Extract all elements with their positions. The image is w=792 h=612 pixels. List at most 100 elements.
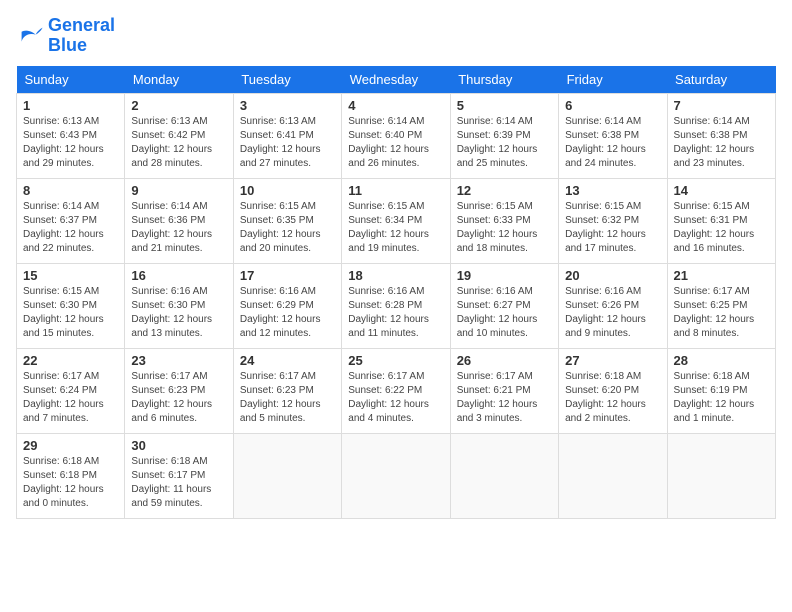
day-number: 10	[240, 183, 335, 198]
day-number: 29	[23, 438, 118, 453]
logo-line1: General	[48, 16, 115, 36]
calendar-weekday-wednesday: Wednesday	[342, 66, 450, 94]
day-info: Sunrise: 6:14 AM Sunset: 6:37 PM Dayligh…	[23, 200, 118, 256]
calendar-cell: 13 Sunrise: 6:15 AM Sunset: 6:32 PM Dayl…	[559, 178, 667, 263]
day-info: Sunrise: 6:15 AM Sunset: 6:30 PM Dayligh…	[23, 285, 118, 341]
day-number: 30	[131, 438, 226, 453]
day-number: 17	[240, 268, 335, 283]
calendar-header-row: SundayMondayTuesdayWednesdayThursdayFrid…	[17, 66, 776, 94]
day-number: 6	[565, 98, 660, 113]
calendar-cell: 26 Sunrise: 6:17 AM Sunset: 6:21 PM Dayl…	[450, 348, 558, 433]
calendar-cell: 21 Sunrise: 6:17 AM Sunset: 6:25 PM Dayl…	[667, 263, 775, 348]
day-number: 25	[348, 353, 443, 368]
day-number: 5	[457, 98, 552, 113]
calendar-cell: 14 Sunrise: 6:15 AM Sunset: 6:31 PM Dayl…	[667, 178, 775, 263]
calendar-weekday-tuesday: Tuesday	[233, 66, 341, 94]
calendar-week-row: 15 Sunrise: 6:15 AM Sunset: 6:30 PM Dayl…	[17, 263, 776, 348]
calendar-cell: 11 Sunrise: 6:15 AM Sunset: 6:34 PM Dayl…	[342, 178, 450, 263]
day-info: Sunrise: 6:15 AM Sunset: 6:32 PM Dayligh…	[565, 200, 660, 256]
calendar-cell: 24 Sunrise: 6:17 AM Sunset: 6:23 PM Dayl…	[233, 348, 341, 433]
day-info: Sunrise: 6:14 AM Sunset: 6:40 PM Dayligh…	[348, 115, 443, 171]
calendar-cell	[450, 433, 558, 518]
day-info: Sunrise: 6:15 AM Sunset: 6:33 PM Dayligh…	[457, 200, 552, 256]
day-number: 28	[674, 353, 769, 368]
calendar-cell: 2 Sunrise: 6:13 AM Sunset: 6:42 PM Dayli…	[125, 93, 233, 178]
day-info: Sunrise: 6:18 AM Sunset: 6:17 PM Dayligh…	[131, 455, 226, 511]
day-info: Sunrise: 6:17 AM Sunset: 6:23 PM Dayligh…	[131, 370, 226, 426]
calendar-table: SundayMondayTuesdayWednesdayThursdayFrid…	[16, 66, 776, 519]
calendar-weekday-saturday: Saturday	[667, 66, 775, 94]
day-info: Sunrise: 6:16 AM Sunset: 6:28 PM Dayligh…	[348, 285, 443, 341]
day-info: Sunrise: 6:15 AM Sunset: 6:31 PM Dayligh…	[674, 200, 769, 256]
day-info: Sunrise: 6:14 AM Sunset: 6:36 PM Dayligh…	[131, 200, 226, 256]
day-number: 9	[131, 183, 226, 198]
day-info: Sunrise: 6:17 AM Sunset: 6:22 PM Dayligh…	[348, 370, 443, 426]
calendar-cell: 20 Sunrise: 6:16 AM Sunset: 6:26 PM Dayl…	[559, 263, 667, 348]
day-number: 12	[457, 183, 552, 198]
day-number: 23	[131, 353, 226, 368]
calendar-cell: 27 Sunrise: 6:18 AM Sunset: 6:20 PM Dayl…	[559, 348, 667, 433]
calendar-cell: 23 Sunrise: 6:17 AM Sunset: 6:23 PM Dayl…	[125, 348, 233, 433]
calendar-cell: 6 Sunrise: 6:14 AM Sunset: 6:38 PM Dayli…	[559, 93, 667, 178]
day-number: 4	[348, 98, 443, 113]
day-number: 7	[674, 98, 769, 113]
day-number: 14	[674, 183, 769, 198]
calendar-weekday-friday: Friday	[559, 66, 667, 94]
calendar-weekday-sunday: Sunday	[17, 66, 125, 94]
calendar-cell: 9 Sunrise: 6:14 AM Sunset: 6:36 PM Dayli…	[125, 178, 233, 263]
day-info: Sunrise: 6:18 AM Sunset: 6:18 PM Dayligh…	[23, 455, 118, 511]
page-header: General Blue	[16, 16, 776, 56]
calendar-cell: 15 Sunrise: 6:15 AM Sunset: 6:30 PM Dayl…	[17, 263, 125, 348]
calendar-week-row: 8 Sunrise: 6:14 AM Sunset: 6:37 PM Dayli…	[17, 178, 776, 263]
day-number: 24	[240, 353, 335, 368]
day-info: Sunrise: 6:14 AM Sunset: 6:38 PM Dayligh…	[565, 115, 660, 171]
day-info: Sunrise: 6:17 AM Sunset: 6:23 PM Dayligh…	[240, 370, 335, 426]
day-number: 3	[240, 98, 335, 113]
calendar-weekday-thursday: Thursday	[450, 66, 558, 94]
day-info: Sunrise: 6:13 AM Sunset: 6:42 PM Dayligh…	[131, 115, 226, 171]
day-info: Sunrise: 6:17 AM Sunset: 6:24 PM Dayligh…	[23, 370, 118, 426]
calendar-cell: 4 Sunrise: 6:14 AM Sunset: 6:40 PM Dayli…	[342, 93, 450, 178]
day-number: 21	[674, 268, 769, 283]
day-number: 19	[457, 268, 552, 283]
calendar-week-row: 29 Sunrise: 6:18 AM Sunset: 6:18 PM Dayl…	[17, 433, 776, 518]
day-number: 26	[457, 353, 552, 368]
day-number: 20	[565, 268, 660, 283]
logo-line2: Blue	[48, 36, 115, 56]
day-info: Sunrise: 6:14 AM Sunset: 6:39 PM Dayligh…	[457, 115, 552, 171]
calendar-cell: 17 Sunrise: 6:16 AM Sunset: 6:29 PM Dayl…	[233, 263, 341, 348]
calendar-cell: 30 Sunrise: 6:18 AM Sunset: 6:17 PM Dayl…	[125, 433, 233, 518]
day-number: 2	[131, 98, 226, 113]
calendar-cell: 3 Sunrise: 6:13 AM Sunset: 6:41 PM Dayli…	[233, 93, 341, 178]
calendar-cell: 12 Sunrise: 6:15 AM Sunset: 6:33 PM Dayl…	[450, 178, 558, 263]
calendar-cell: 7 Sunrise: 6:14 AM Sunset: 6:38 PM Dayli…	[667, 93, 775, 178]
calendar-cell: 25 Sunrise: 6:17 AM Sunset: 6:22 PM Dayl…	[342, 348, 450, 433]
day-number: 11	[348, 183, 443, 198]
day-info: Sunrise: 6:16 AM Sunset: 6:27 PM Dayligh…	[457, 285, 552, 341]
day-info: Sunrise: 6:16 AM Sunset: 6:26 PM Dayligh…	[565, 285, 660, 341]
day-info: Sunrise: 6:17 AM Sunset: 6:25 PM Dayligh…	[674, 285, 769, 341]
day-number: 8	[23, 183, 118, 198]
calendar-cell: 28 Sunrise: 6:18 AM Sunset: 6:19 PM Dayl…	[667, 348, 775, 433]
day-info: Sunrise: 6:13 AM Sunset: 6:41 PM Dayligh…	[240, 115, 335, 171]
day-number: 27	[565, 353, 660, 368]
day-info: Sunrise: 6:13 AM Sunset: 6:43 PM Dayligh…	[23, 115, 118, 171]
calendar-cell	[342, 433, 450, 518]
day-info: Sunrise: 6:15 AM Sunset: 6:34 PM Dayligh…	[348, 200, 443, 256]
day-number: 22	[23, 353, 118, 368]
calendar-cell	[559, 433, 667, 518]
calendar-cell	[667, 433, 775, 518]
calendar-week-row: 22 Sunrise: 6:17 AM Sunset: 6:24 PM Dayl…	[17, 348, 776, 433]
day-number: 15	[23, 268, 118, 283]
calendar-cell: 8 Sunrise: 6:14 AM Sunset: 6:37 PM Dayli…	[17, 178, 125, 263]
day-info: Sunrise: 6:14 AM Sunset: 6:38 PM Dayligh…	[674, 115, 769, 171]
calendar-week-row: 1 Sunrise: 6:13 AM Sunset: 6:43 PM Dayli…	[17, 93, 776, 178]
calendar-cell: 1 Sunrise: 6:13 AM Sunset: 6:43 PM Dayli…	[17, 93, 125, 178]
day-info: Sunrise: 6:16 AM Sunset: 6:29 PM Dayligh…	[240, 285, 335, 341]
logo: General Blue	[16, 16, 115, 56]
calendar-cell: 19 Sunrise: 6:16 AM Sunset: 6:27 PM Dayl…	[450, 263, 558, 348]
calendar-cell: 5 Sunrise: 6:14 AM Sunset: 6:39 PM Dayli…	[450, 93, 558, 178]
day-number: 13	[565, 183, 660, 198]
calendar-weekday-monday: Monday	[125, 66, 233, 94]
calendar-cell: 18 Sunrise: 6:16 AM Sunset: 6:28 PM Dayl…	[342, 263, 450, 348]
